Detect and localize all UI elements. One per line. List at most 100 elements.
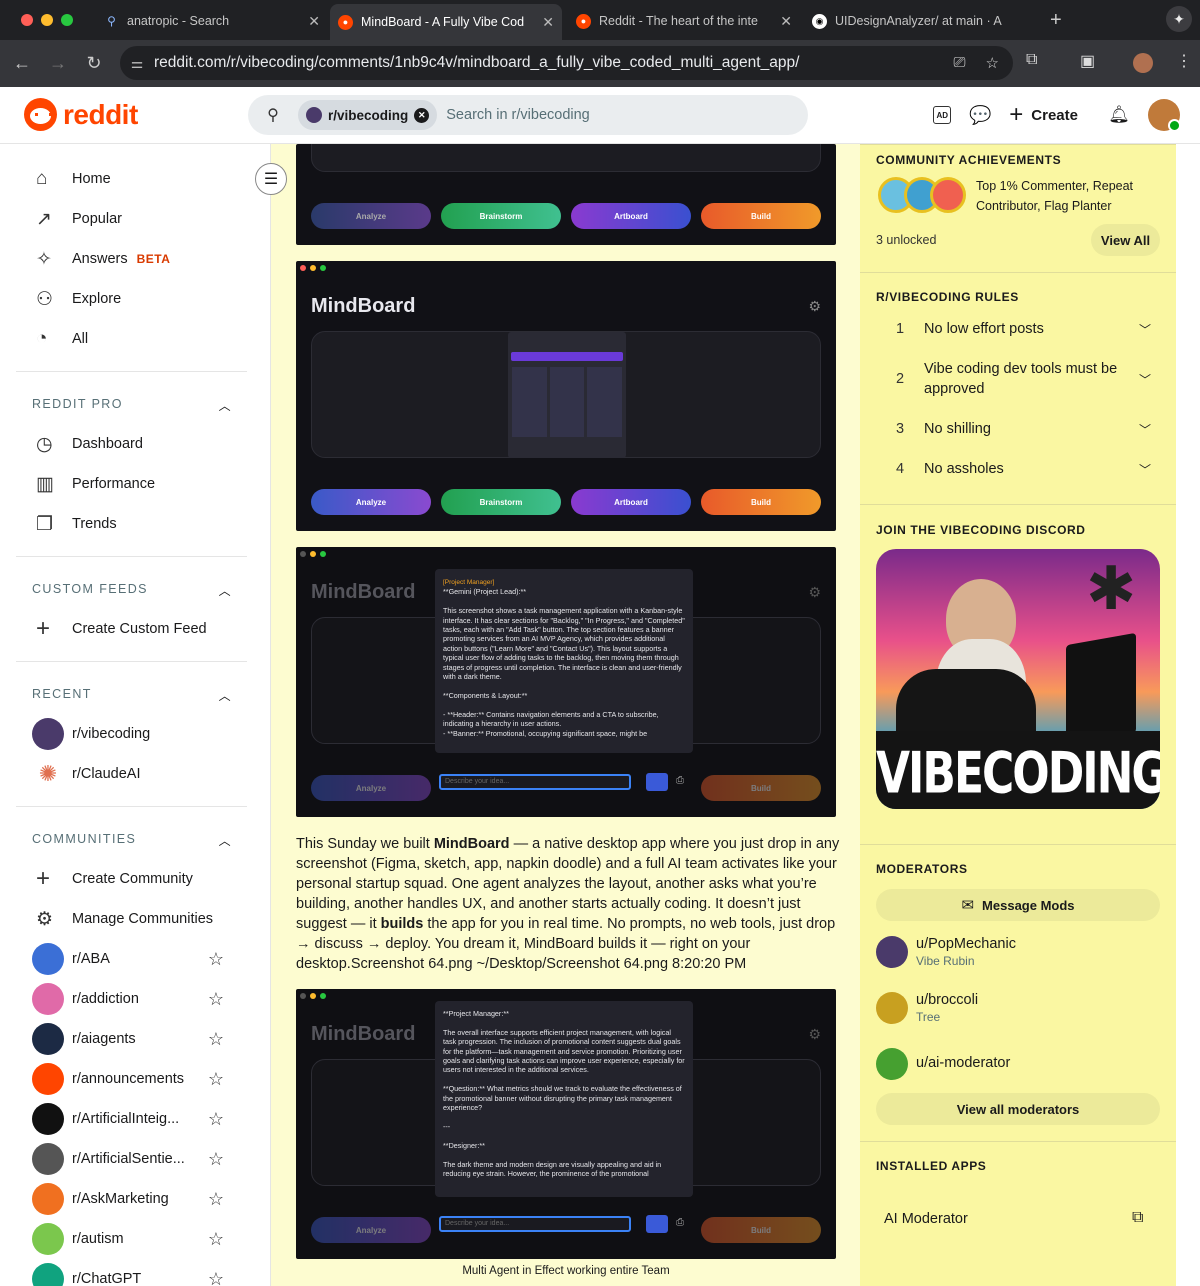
browser-tab[interactable]: ● Reddit - The heart of the inte ✕	[568, 6, 800, 36]
moderator-avatar	[876, 936, 908, 968]
nav-home[interactable]: ⌂ Home	[16, 159, 247, 199]
community-item[interactable]: r/addiction ☆	[16, 979, 247, 1019]
section-recent[interactable]: RECENT ︿	[32, 687, 232, 704]
app-title: MindBoard	[311, 1023, 416, 1045]
create-post-button[interactable]: + Create	[1009, 103, 1078, 127]
nav-popular[interactable]: ↗ Popular	[16, 199, 247, 239]
chevron-down-icon[interactable]: ﹀	[1130, 321, 1160, 338]
nav-answers[interactable]: ✧ Answers BETA	[16, 239, 247, 279]
create-custom-feed-button[interactable]: + Create Custom Feed	[16, 609, 247, 649]
extensions-icon[interactable]: ⧉	[1026, 51, 1037, 69]
favorite-star-icon[interactable]: ☆	[208, 989, 224, 1010]
chevron-down-icon[interactable]: ﹀	[1130, 461, 1160, 478]
rule-item[interactable]: 1 No low effort posts ﹀	[876, 319, 1160, 339]
discord-banner[interactable]: ✱ VIBECODING	[876, 549, 1160, 809]
rule-item[interactable]: 2 Vibe coding dev tools must be approved ﹀	[876, 359, 1160, 399]
reload-icon[interactable]: ↻	[76, 53, 112, 74]
moderator-name[interactable]: u/broccoli	[916, 992, 978, 1008]
search-scope-chip[interactable]: r/vibecoding ✕	[298, 100, 438, 130]
community-item[interactable]: r/ArtificialSentie... ☆	[16, 1139, 247, 1179]
post-image-1[interactable]: Analyze Brainstorm Artboard Build	[296, 144, 836, 245]
chevron-up-icon[interactable]: ︿	[219, 687, 232, 704]
favorite-star-icon[interactable]: ☆	[208, 1229, 224, 1250]
community-item[interactable]: r/aiagents ☆	[16, 1019, 247, 1059]
create-community-button[interactable]: + Create Community	[16, 859, 247, 899]
community-item[interactable]: r/ChatGPT ☆	[16, 1259, 247, 1286]
section-reddit-pro[interactable]: REDDIT PRO ︿	[32, 397, 232, 414]
back-icon[interactable]: ←	[4, 53, 40, 74]
forward-icon[interactable]: →	[40, 53, 76, 74]
community-item[interactable]: r/AskMarketing ☆	[16, 1179, 247, 1219]
favorite-star-icon[interactable]: ☆	[208, 949, 224, 970]
ads-icon[interactable]: AD	[933, 106, 952, 124]
external-link-icon[interactable]: ⧉	[1132, 1209, 1143, 1227]
favorite-star-icon[interactable]: ☆	[208, 1149, 224, 1170]
community-item[interactable]: r/announcements ☆	[16, 1059, 247, 1099]
side-panel-icon[interactable]: ▣	[1080, 51, 1095, 71]
manage-communities-button[interactable]: ⚙ Manage Communities	[16, 899, 247, 939]
moderator-item[interactable]: u/ai-moderator	[876, 1048, 1010, 1080]
maximize-window-button[interactable]	[61, 14, 73, 26]
achievement-badges[interactable]	[878, 177, 966, 213]
search-input[interactable]: Search in r/vibecoding	[446, 107, 589, 123]
chevron-up-icon[interactable]: ︿	[219, 832, 232, 849]
search-bar[interactable]: ⚲ r/vibecoding ✕ Search in r/vibecoding	[248, 95, 808, 135]
site-settings-icon[interactable]: ⚌	[120, 55, 154, 72]
view-all-moderators-button[interactable]: View all moderators	[876, 1093, 1160, 1125]
rule-item[interactable]: 4 No assholes ﹀	[876, 459, 1160, 479]
message-mods-button[interactable]: ✉ Message Mods	[876, 889, 1160, 921]
clear-scope-icon[interactable]: ✕	[414, 107, 430, 123]
nav-all[interactable]: ◔ All	[16, 319, 247, 359]
recent-item[interactable]: ✺ r/ClaudeAI	[16, 754, 247, 794]
moderator-name[interactable]: u/PopMechanic	[916, 936, 1016, 952]
install-app-icon[interactable]: ⎚	[954, 54, 966, 72]
section-communities[interactable]: COMMUNITIES ︿	[32, 832, 232, 849]
post-image-2[interactable]: MindBoard ⚙ Analyze Brainstorm Artboard …	[296, 261, 836, 531]
close-tab-icon[interactable]: ✕	[780, 13, 792, 30]
post-image-4[interactable]: MindBoard ⚙ Analyze Build **Project Mana…	[296, 989, 836, 1259]
moderator-item[interactable]: u/PopMechanic Vibe Rubin	[876, 936, 1016, 968]
moderator-name[interactable]: u/ai-moderator	[916, 1055, 1010, 1071]
close-window-button[interactable]	[21, 14, 33, 26]
rule-item[interactable]: 3 No shilling ﹀	[876, 419, 1160, 439]
chevron-down-icon[interactable]: ﹀	[1130, 421, 1160, 438]
nav-performance[interactable]: ▥ Performance	[16, 464, 247, 504]
close-tab-icon[interactable]: ✕	[542, 14, 554, 31]
browser-tab[interactable]: ◉ UIDesignAnalyzer/ at main · A	[804, 6, 1040, 36]
favorite-star-icon[interactable]: ☆	[208, 1189, 224, 1210]
nav-trends[interactable]: ❐ Trends	[16, 504, 247, 544]
collapse-sidebar-icon[interactable]: ☰	[255, 163, 287, 195]
sparkle-icon[interactable]: ✦	[1166, 6, 1192, 32]
reddit-logo[interactable]: reddit	[24, 98, 138, 131]
url-bar[interactable]: ⚌ reddit.com/r/vibecoding/comments/1nb9c…	[120, 46, 1013, 80]
nav-dashboard[interactable]: ◷ Dashboard	[16, 424, 247, 464]
browser-tab-active[interactable]: ● MindBoard - A Fully Vibe Cod ✕	[330, 4, 562, 40]
favorite-star-icon[interactable]: ☆	[208, 1109, 224, 1130]
favorite-star-icon[interactable]: ☆	[208, 1269, 224, 1286]
profile-avatar[interactable]	[1133, 53, 1153, 73]
community-item[interactable]: r/autism ☆	[16, 1219, 247, 1259]
new-tab-icon[interactable]: +	[1050, 9, 1062, 32]
chevron-up-icon[interactable]: ︿	[219, 397, 232, 414]
bookmark-star-icon[interactable]: ☆	[986, 54, 999, 72]
favorite-star-icon[interactable]: ☆	[208, 1029, 224, 1050]
close-tab-icon[interactable]: ✕	[308, 13, 320, 30]
community-item[interactable]: r/ArtificialInteig... ☆	[16, 1099, 247, 1139]
user-avatar[interactable]	[1148, 99, 1181, 132]
chat-icon[interactable]: 💬	[969, 104, 991, 126]
notifications-bell-icon[interactable]: 🔔︎	[1108, 104, 1130, 126]
community-item[interactable]: r/ABA ☆	[16, 939, 247, 979]
browser-menu-icon[interactable]: ⋮	[1176, 51, 1192, 71]
chevron-up-icon[interactable]: ︿	[219, 582, 232, 599]
post-image-3[interactable]: MindBoard ⚙ Analyze Build [Project Manag…	[296, 547, 836, 817]
section-custom-feeds[interactable]: CUSTOM FEEDS ︿	[32, 582, 232, 599]
recent-item[interactable]: r/vibecoding	[16, 714, 247, 754]
installed-app-item[interactable]: AI Moderator	[884, 1211, 968, 1227]
minimize-window-button[interactable]	[41, 14, 53, 26]
moderator-item[interactable]: u/broccoli Tree	[876, 992, 978, 1024]
browser-tab[interactable]: ⚲ anatropic - Search ✕	[96, 6, 328, 36]
favorite-star-icon[interactable]: ☆	[208, 1069, 224, 1090]
view-all-achievements-button[interactable]: View All	[1091, 224, 1160, 256]
chevron-down-icon[interactable]: ﹀	[1130, 371, 1160, 388]
nav-explore[interactable]: ⚇ Explore	[16, 279, 247, 319]
